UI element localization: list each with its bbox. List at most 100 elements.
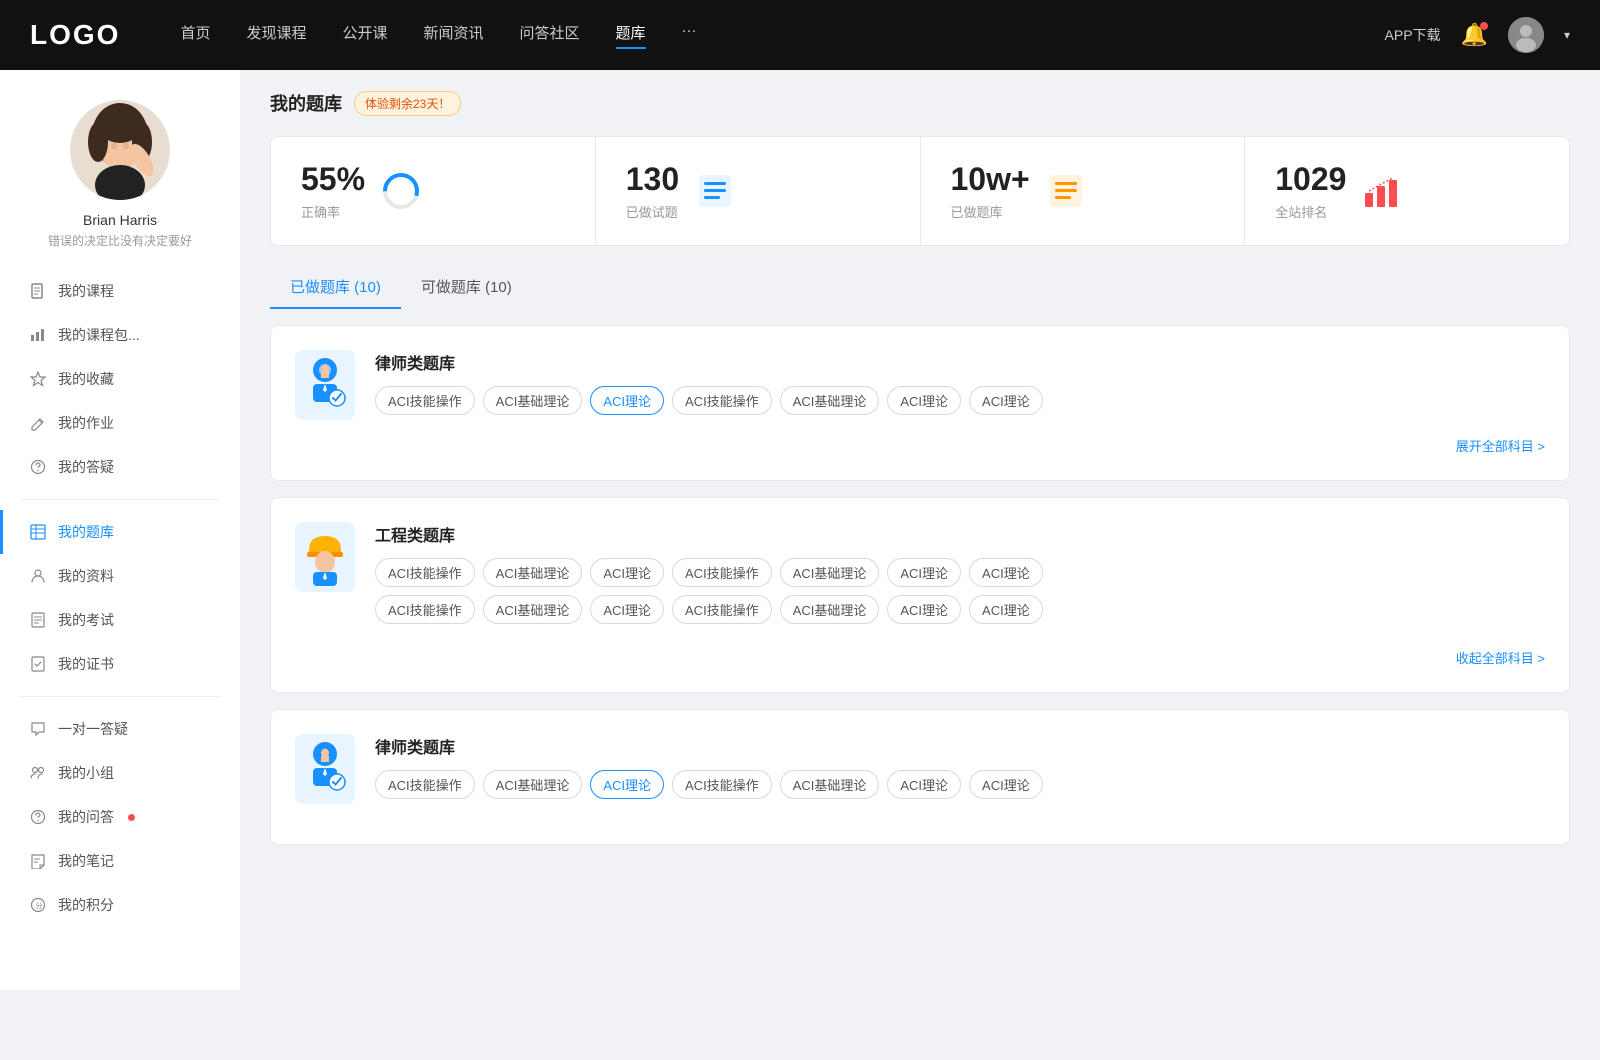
qbank-tags-lawyer-2: ACI技能操作 ACI基础理论 ACI理论 ACI技能操作 ACI基础理论 AC… [375, 770, 1043, 799]
tag[interactable]: ACI理论 [969, 595, 1043, 624]
app-download[interactable]: APP下载 [1385, 25, 1441, 45]
page-title: 我的题库 [270, 90, 342, 116]
tag[interactable]: ACI理论 [887, 770, 961, 799]
engineer-icon [295, 522, 355, 592]
qbank-title-engineer: 工程类题库 [375, 522, 1043, 546]
tag[interactable]: ACI理论 [590, 558, 664, 587]
qbank-card-engineer: 工程类题库 ACI技能操作 ACI基础理论 ACI理论 ACI技能操作 ACI基… [270, 497, 1570, 693]
question-icon [30, 809, 46, 825]
tag[interactable]: ACI理论 [969, 770, 1043, 799]
pie-icon [381, 171, 421, 211]
sidebar-item-my-qa[interactable]: 我的问答 [0, 795, 240, 839]
tag[interactable]: ACI基础理论 [780, 770, 880, 799]
question-circle-icon [30, 459, 46, 475]
tag-active[interactable]: ACI理论 [590, 770, 664, 799]
qbank-card-lawyer-1: 律师类题库 ACI技能操作 ACI基础理论 ACI理论 ACI技能操作 ACI基… [270, 325, 1570, 481]
stat-accuracy-value: 55% [301, 161, 365, 198]
tag[interactable]: ACI理论 [887, 558, 961, 587]
sidebar-item-certificate[interactable]: 我的证书 [0, 642, 240, 686]
expand-link-1[interactable]: 展开全部科目 > [1456, 439, 1545, 454]
tag[interactable]: ACI基础理论 [483, 595, 583, 624]
tag[interactable]: ACI技能操作 [672, 386, 772, 415]
stat-ranking: 1029 全站排名 [1245, 137, 1569, 245]
tag[interactable]: ACI技能操作 [672, 558, 772, 587]
stats-row: 55% 正确率 130 已做试题 [270, 136, 1570, 246]
tag[interactable]: ACI理论 [887, 386, 961, 415]
stat-done-label: 已做试题 [626, 202, 679, 221]
nav-link-qbank[interactable]: 题库 [616, 22, 646, 49]
username: Brian Harris [83, 212, 157, 228]
profile-section: Brian Harris 错误的决定比没有决定要好 [0, 100, 240, 269]
tag[interactable]: ACI基础理论 [483, 770, 583, 799]
sidebar-item-favorites[interactable]: 我的收藏 [0, 357, 240, 401]
tag[interactable]: ACI基础理论 [483, 558, 583, 587]
sidebar-item-group[interactable]: 我的小组 [0, 751, 240, 795]
engineer-tags-row1: ACI技能操作 ACI基础理论 ACI理论 ACI技能操作 ACI基础理论 AC… [375, 558, 1043, 587]
tag[interactable]: ACI理论 [887, 595, 961, 624]
user-motto: 错误的决定比没有决定要好 [48, 232, 192, 249]
file-icon [30, 283, 46, 299]
tag[interactable]: ACI基础理论 [483, 386, 583, 415]
file-done-icon [30, 656, 46, 672]
tag[interactable]: ACI技能操作 [672, 595, 772, 624]
group-icon [30, 765, 46, 781]
profile-avatar [70, 100, 170, 200]
qbank-tags-lawyer-1: ACI技能操作 ACI基础理论 ACI理论 ACI技能操作 ACI基础理论 AC… [375, 386, 1043, 415]
note-icon [30, 853, 46, 869]
stat-rank-label: 全站排名 [1275, 202, 1346, 221]
ranking-icon [1362, 171, 1402, 211]
nav-link-opencourse[interactable]: 公开课 [342, 22, 387, 49]
team-icon [30, 568, 46, 584]
nav-link-home[interactable]: 首页 [180, 22, 210, 49]
sidebar-item-points[interactable]: 分 我的积分 [0, 883, 240, 927]
nav-link-discover[interactable]: 发现课程 [246, 22, 306, 49]
tag[interactable]: ACI理论 [969, 386, 1043, 415]
my-qa-dot [128, 814, 135, 821]
tab-available[interactable]: 可做题库 (10) [401, 266, 532, 309]
sidebar-item-qa[interactable]: 我的答疑 [0, 445, 240, 489]
stat-banks-label: 已做题库 [951, 202, 1030, 221]
tag[interactable]: ACI技能操作 [375, 386, 475, 415]
user-menu-chevron[interactable]: ▾ [1564, 28, 1570, 42]
notification-bell[interactable]: 🔔 [1461, 22, 1488, 48]
tag[interactable]: ACI理论 [590, 595, 664, 624]
tag-active[interactable]: ACI理论 [590, 386, 664, 415]
tabs: 已做题库 (10) 可做题库 (10) [270, 266, 1570, 309]
layout: Brian Harris 错误的决定比没有决定要好 我的课程 我的课程包... [0, 70, 1600, 990]
sidebar-menu: 我的课程 我的课程包... 我的收藏 我的作业 [0, 269, 240, 927]
divider-1 [20, 499, 220, 500]
sidebar-item-course-package[interactable]: 我的课程包... [0, 313, 240, 357]
sidebar: Brian Harris 错误的决定比没有决定要好 我的课程 我的课程包... [0, 70, 240, 990]
svg-text:分: 分 [36, 901, 43, 910]
nav-link-news[interactable]: 新闻资讯 [424, 22, 484, 49]
collapse-link[interactable]: 收起全部科目 > [1456, 651, 1545, 666]
tag[interactable]: ACI基础理论 [780, 386, 880, 415]
avatar[interactable] [1508, 17, 1544, 53]
sidebar-item-qbank[interactable]: 我的题库 [0, 510, 240, 554]
tag[interactable]: ACI基础理论 [780, 595, 880, 624]
sidebar-item-homework[interactable]: 我的作业 [0, 401, 240, 445]
nav-right: APP下载 🔔 ▾ [1385, 17, 1570, 53]
notification-dot [1480, 22, 1488, 30]
bar-chart-icon [30, 327, 46, 343]
tag[interactable]: ACI基础理论 [780, 558, 880, 587]
nav-link-qa[interactable]: 问答社区 [520, 22, 580, 49]
sidebar-item-courses[interactable]: 我的课程 [0, 269, 240, 313]
tag[interactable]: ACI技能操作 [375, 558, 475, 587]
stat-done-banks: 10w+ 已做题库 [921, 137, 1246, 245]
sidebar-item-notes[interactable]: 我的笔记 [0, 839, 240, 883]
edit-icon [30, 415, 46, 431]
page-header: 我的题库 体验剩余23天！ [270, 90, 1570, 116]
tag[interactable]: ACI技能操作 [375, 770, 475, 799]
sidebar-item-exam[interactable]: 我的考试 [0, 598, 240, 642]
tag[interactable]: ACI理论 [969, 558, 1043, 587]
sidebar-item-profile[interactable]: 我的资料 [0, 554, 240, 598]
nav-link-more[interactable]: ··· [682, 22, 697, 49]
stat-accuracy: 55% 正确率 [271, 137, 596, 245]
tag[interactable]: ACI技能操作 [672, 770, 772, 799]
message-icon [30, 721, 46, 737]
tag[interactable]: ACI技能操作 [375, 595, 475, 624]
sidebar-item-1on1[interactable]: 一对一答疑 [0, 707, 240, 751]
tab-done[interactable]: 已做题库 (10) [270, 266, 401, 309]
main-content: 我的题库 体验剩余23天！ 55% 正确率 130 [240, 70, 1600, 990]
